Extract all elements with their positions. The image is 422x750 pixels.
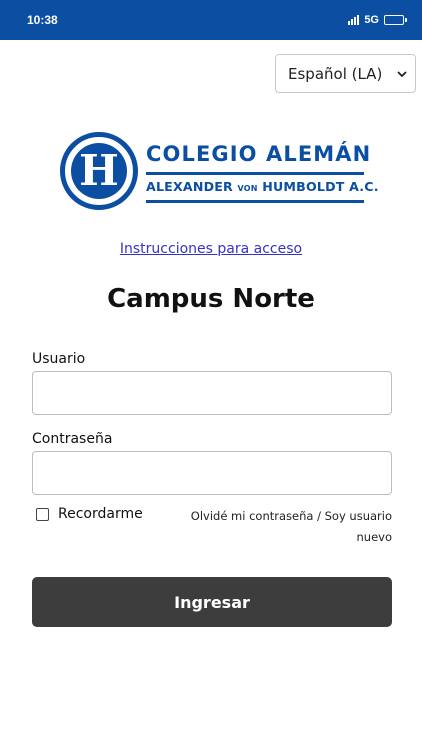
- password-input[interactable]: [32, 451, 392, 495]
- logo-school-name: COLEGIO ALEMÁN: [146, 142, 372, 166]
- forgot-password-link[interactable]: Olvidé mi contraseña / Soy usuario nuevo: [180, 506, 392, 548]
- school-logo: H COLEGIO ALEMÁN ALEXANDER VON HUMBOLDT …: [60, 132, 379, 212]
- login-button[interactable]: Ingresar: [32, 577, 392, 627]
- instructions-link[interactable]: Instrucciones para acceso: [0, 241, 422, 257]
- remember-checkbox[interactable]: [36, 507, 49, 521]
- signal-icon: [348, 15, 360, 25]
- logo-emblem-letter: H: [79, 146, 119, 195]
- chevron-down-icon: [397, 70, 407, 77]
- remember-me[interactable]: Recordarme: [36, 506, 143, 522]
- status-indicators: 5G: [348, 14, 407, 26]
- language-select[interactable]: Español (LA): [275, 54, 416, 93]
- logo-emblem: H: [60, 132, 138, 210]
- remember-label: Recordarme: [58, 506, 143, 522]
- status-bar: 10:38 5G: [0, 0, 422, 40]
- username-label: Usuario: [32, 351, 86, 367]
- status-time: 10:38: [27, 13, 58, 27]
- username-input[interactable]: [32, 371, 392, 415]
- page-title: Campus Norte: [107, 284, 315, 314]
- network-type: 5G: [364, 14, 379, 26]
- password-label: Contraseña: [32, 431, 113, 447]
- logo-school-subtitle: ALEXANDER VON HUMBOLDT A.C.: [146, 179, 379, 194]
- language-selected-value: Español (LA): [288, 64, 383, 83]
- logo-divider: [146, 200, 364, 203]
- battery-icon: [384, 15, 407, 25]
- logo-divider: [146, 172, 364, 175]
